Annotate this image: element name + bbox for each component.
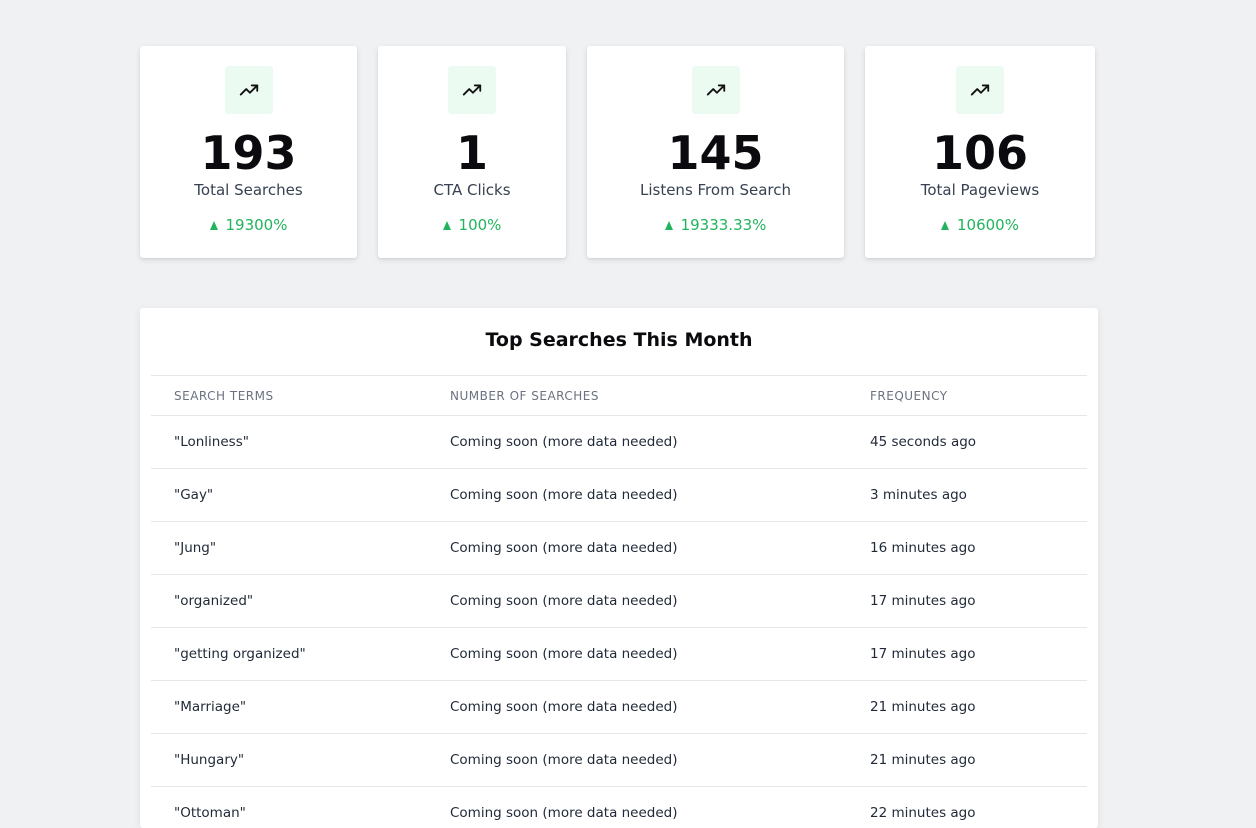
search-frequency: 21 minutes ago	[870, 752, 976, 768]
stat-card-cta-clicks: 1 CTA Clicks 100%	[378, 46, 566, 258]
arrow-up-icon	[442, 220, 451, 230]
search-frequency: 3 minutes ago	[870, 487, 967, 503]
search-count: Coming soon (more data needed)	[450, 805, 678, 821]
table-row[interactable]: "getting organized" Coming soon (more da…	[151, 628, 1087, 681]
table-row[interactable]: "Jung" Coming soon (more data needed) 16…	[151, 522, 1087, 575]
stat-card-total-pageviews: 106 Total Pageviews 10600%	[865, 46, 1095, 258]
stat-label: Total Pageviews	[920, 181, 1040, 199]
stat-change-value: 10600%	[957, 216, 1019, 234]
search-count: Coming soon (more data needed)	[450, 752, 678, 768]
search-count: Coming soon (more data needed)	[450, 646, 678, 662]
search-count: Coming soon (more data needed)	[450, 540, 678, 556]
column-header-number-of-searches[interactable]: NUMBER OF SEARCHES	[450, 389, 870, 403]
trending-up-icon	[224, 66, 273, 114]
table-row[interactable]: "Hungary" Coming soon (more data needed)…	[151, 734, 1087, 787]
search-count: Coming soon (more data needed)	[450, 699, 678, 715]
table-header: SEARCH TERMS NUMBER OF SEARCHES FREQUENC…	[151, 375, 1087, 416]
table-row[interactable]: "Ottoman" Coming soon (more data needed)…	[151, 787, 1087, 828]
stat-change-value: 100%	[458, 216, 502, 234]
stat-change: 10600%	[941, 216, 1019, 234]
search-term: "Marriage"	[174, 699, 247, 715]
top-searches-table: SEARCH TERMS NUMBER OF SEARCHES FREQUENC…	[151, 375, 1087, 828]
search-frequency: 21 minutes ago	[870, 699, 976, 715]
search-term: "Hungary"	[174, 752, 245, 768]
table-row[interactable]: "Marriage" Coming soon (more data needed…	[151, 681, 1087, 734]
stat-label: Total Searches	[194, 181, 303, 199]
search-frequency: 22 minutes ago	[870, 805, 976, 821]
panel-title: Top Searches This Month	[485, 329, 753, 351]
stat-change-value: 19300%	[225, 216, 288, 234]
stat-value: 1	[455, 126, 488, 180]
column-header-frequency[interactable]: FREQUENCY	[870, 389, 1087, 403]
stat-label: CTA Clicks	[433, 181, 511, 199]
stat-change: 19300%	[209, 216, 288, 234]
search-frequency: 17 minutes ago	[870, 593, 976, 609]
top-searches-panel: Top Searches This Month SEARCH TERMS NUM…	[140, 308, 1098, 828]
search-term: "getting organized"	[174, 646, 306, 662]
stat-card-listens-from-search: 145 Listens From Search 19333.33%	[587, 46, 844, 258]
arrow-up-icon	[209, 220, 218, 230]
trending-up-icon	[448, 66, 496, 114]
stat-value: 106	[931, 126, 1029, 180]
stat-label: Listens From Search	[639, 181, 791, 199]
stat-change: 19333.33%	[664, 216, 767, 234]
stat-card-total-searches: 193 Total Searches 19300%	[140, 46, 357, 258]
arrow-up-icon	[664, 220, 673, 230]
search-term: "organized"	[174, 593, 254, 609]
stat-value: 193	[200, 126, 297, 180]
table-row[interactable]: "organized" Coming soon (more data neede…	[151, 575, 1087, 628]
arrow-up-icon	[941, 220, 949, 230]
column-header-search-terms[interactable]: SEARCH TERMS	[151, 389, 450, 403]
search-term: "Ottoman"	[174, 805, 246, 821]
search-term: "Gay"	[174, 487, 214, 503]
table-row[interactable]: "Lonliness" Coming soon (more data neede…	[151, 416, 1087, 469]
search-frequency: 16 minutes ago	[870, 540, 976, 556]
stats-row: 193 Total Searches 19300% 1 CTA Clicks 1…	[140, 46, 1095, 258]
stat-change: 100%	[442, 216, 502, 234]
trending-up-icon	[956, 66, 1004, 114]
search-count: Coming soon (more data needed)	[450, 487, 678, 503]
search-frequency: 17 minutes ago	[870, 646, 976, 662]
stat-value: 145	[667, 126, 764, 180]
trending-up-icon	[691, 66, 740, 114]
search-frequency: 45 seconds ago	[870, 434, 977, 450]
search-term: "Jung"	[174, 540, 217, 556]
stat-change-value: 19333.33%	[680, 216, 767, 234]
search-count: Coming soon (more data needed)	[450, 434, 678, 450]
search-term: "Lonliness"	[174, 434, 249, 450]
search-count: Coming soon (more data needed)	[450, 593, 678, 609]
table-row[interactable]: "Gay" Coming soon (more data needed) 3 m…	[151, 469, 1087, 522]
